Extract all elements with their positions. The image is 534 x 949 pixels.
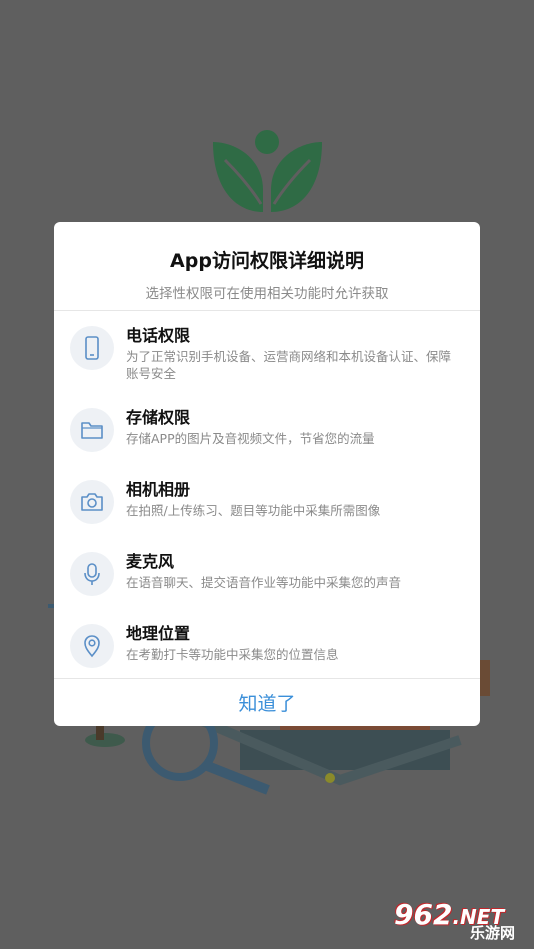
microphone-icon <box>70 552 114 596</box>
dialog-title: App访问权限详细说明 <box>170 250 364 272</box>
permission-title: 电话权限 <box>126 326 191 345</box>
app-logo <box>213 130 322 212</box>
divider <box>54 310 480 311</box>
site-watermark: 962.NET 乐游网 <box>394 898 528 942</box>
confirm-button[interactable]: 知道了 <box>54 679 480 726</box>
camera-icon <box>70 480 114 524</box>
watermark-name: 乐游网 <box>470 924 516 942</box>
permission-description: 为了正常识别手机设备、运营商网络和本机设备认证、保障账号安全 <box>126 349 452 381</box>
permission-title: 相机相册 <box>126 480 191 499</box>
permissions-dialog: App访问权限详细说明 选择性权限可在使用相关功能时允许获取 电话权限 为了正常… <box>54 222 480 726</box>
permission-description: 在拍照/上传练习、题目等功能中采集所需图像 <box>126 503 381 518</box>
permission-title: 存储权限 <box>126 408 191 427</box>
location-pin-icon <box>70 624 114 668</box>
permission-title: 麦克风 <box>126 552 175 571</box>
phone-icon <box>70 326 114 370</box>
permission-description: 存储APP的图片及音视频文件，节省您的流量 <box>126 431 375 446</box>
permission-description: 在语音聊天、提交语音作业等功能中采集您的声音 <box>126 575 402 590</box>
permission-description: 在考勤打卡等功能中采集您的位置信息 <box>126 647 339 662</box>
folder-icon <box>70 408 114 452</box>
dialog-subtitle: 选择性权限可在使用相关功能时允许获取 <box>145 286 389 302</box>
permission-title: 地理位置 <box>126 624 191 643</box>
